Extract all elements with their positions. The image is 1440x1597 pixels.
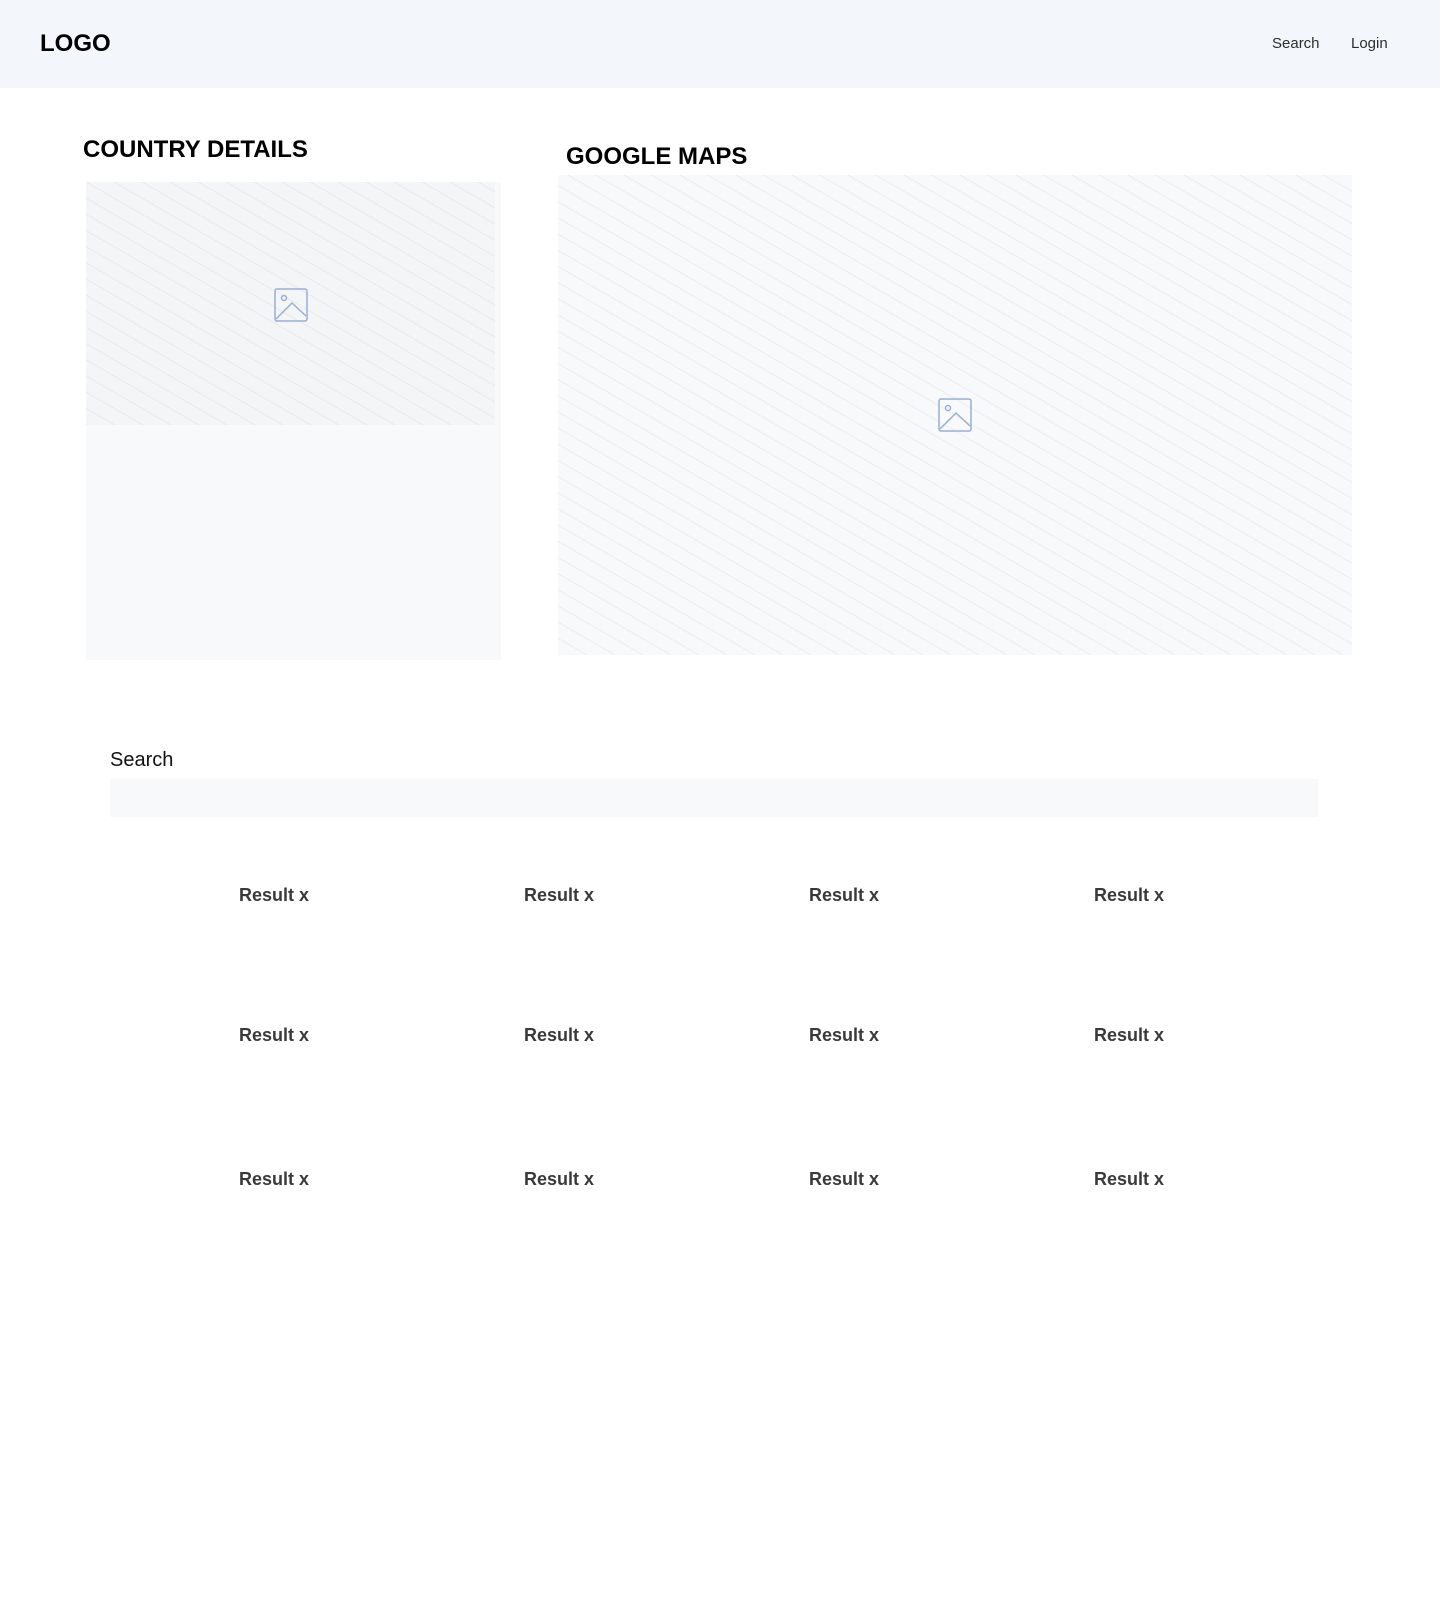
country-details-card	[86, 182, 501, 660]
result-item[interactable]: Result x	[809, 884, 879, 906]
result-item[interactable]: Result x	[1094, 1168, 1164, 1190]
search-input[interactable]	[110, 779, 1318, 817]
logo[interactable]: LOGO	[40, 29, 111, 59]
result-item[interactable]: Result x	[239, 1024, 309, 1046]
result-item[interactable]: Result x	[809, 1024, 879, 1046]
country-image-placeholder	[86, 182, 495, 425]
country-details-title: COUNTRY DETAILS	[83, 136, 308, 163]
top-header: LOGO Search Login	[0, 0, 1440, 88]
result-item[interactable]: Result x	[524, 1168, 594, 1190]
nav-login-link[interactable]: Login	[1351, 35, 1388, 53]
search-label: Search	[110, 749, 174, 771]
result-item[interactable]: Result x	[809, 1168, 879, 1190]
result-item[interactable]: Result x	[524, 884, 594, 906]
image-placeholder-icon	[274, 288, 308, 322]
result-item[interactable]: Result x	[1094, 884, 1164, 906]
result-item[interactable]: Result x	[1094, 1024, 1164, 1046]
result-item[interactable]: Result x	[239, 884, 309, 906]
nav-search-link[interactable]: Search	[1272, 35, 1320, 53]
result-item[interactable]: Result x	[524, 1024, 594, 1046]
google-maps-placeholder[interactable]	[558, 175, 1352, 655]
google-maps-title: GOOGLE MAPS	[566, 143, 748, 170]
image-placeholder-icon	[938, 398, 972, 432]
result-item[interactable]: Result x	[239, 1168, 309, 1190]
